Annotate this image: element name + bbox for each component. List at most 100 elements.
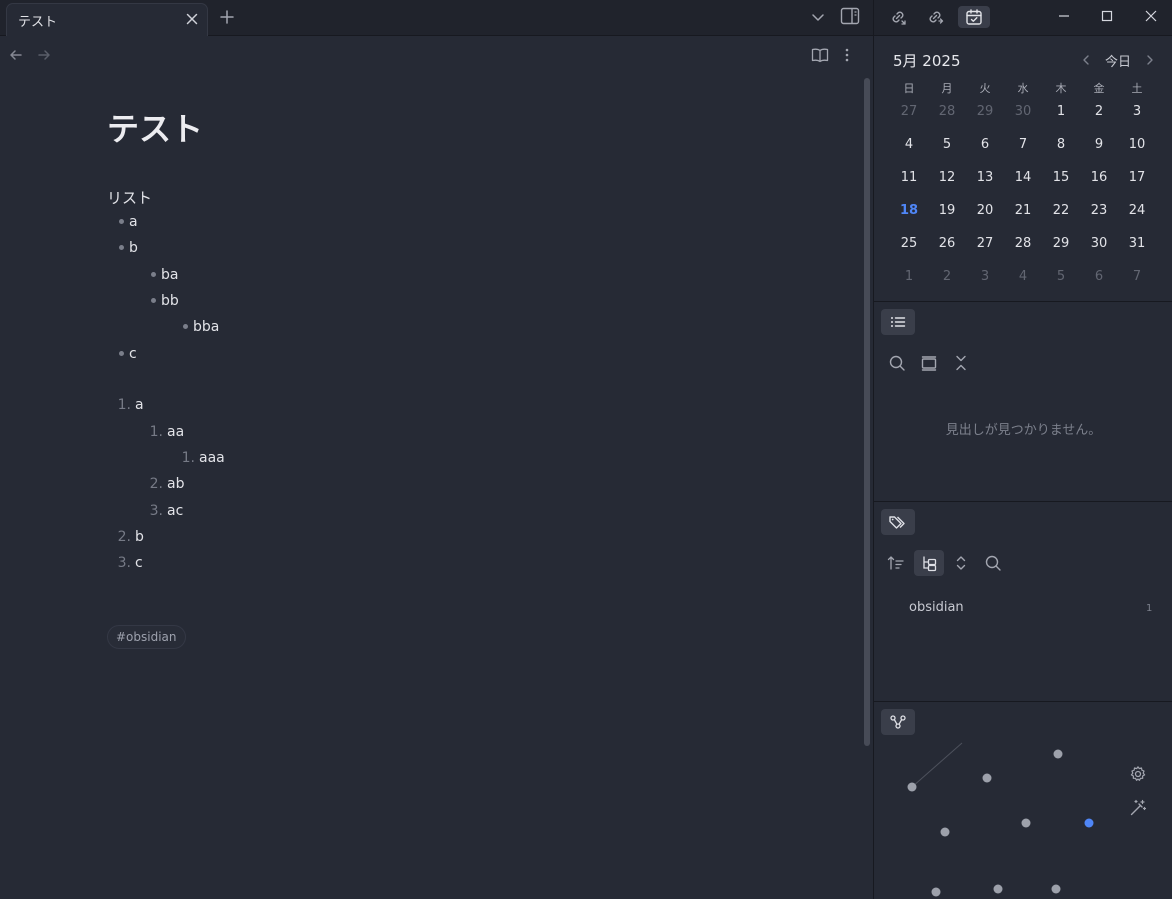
calendar-day[interactable]: 26 — [928, 236, 966, 252]
tab-test[interactable]: テスト — [6, 3, 208, 36]
calendar-day[interactable]: 20 — [966, 203, 1004, 219]
calendar-day[interactable]: 30 — [1004, 104, 1042, 120]
tree-icon[interactable] — [914, 550, 944, 576]
calendar-day[interactable]: 8 — [1042, 137, 1080, 153]
calendar-day[interactable]: 6 — [966, 137, 1004, 153]
list-item: ab — [167, 476, 185, 492]
calendar-day[interactable]: 5 — [1042, 269, 1080, 285]
graph-node[interactable] — [993, 884, 1003, 894]
graph-node[interactable] — [940, 827, 950, 837]
plus-icon[interactable] — [219, 9, 235, 25]
calendar-day[interactable]: 29 — [966, 104, 1004, 120]
calendar-day[interactable]: 24 — [1118, 203, 1156, 219]
calendar-day[interactable]: 10 — [1118, 137, 1156, 153]
calendar-day[interactable]: 1 — [1042, 104, 1080, 120]
list-number: 1. — [149, 424, 163, 440]
calendar-day[interactable]: 19 — [928, 203, 966, 219]
arrow-left-icon[interactable] — [8, 47, 24, 63]
calendar-weekday: 金 — [1093, 82, 1105, 95]
graph-edge — [911, 742, 963, 788]
graph-node[interactable] — [1053, 749, 1063, 759]
gear-icon[interactable] — [1129, 765, 1147, 783]
tag-item-name[interactable]: obsidian — [909, 600, 964, 615]
list-icon[interactable] — [881, 309, 915, 335]
calendar-day[interactable]: 17 — [1118, 170, 1156, 186]
calendar-day[interactable]: 3 — [1118, 104, 1156, 120]
calendar-day[interactable]: 21 — [1004, 203, 1042, 219]
graph-node-active[interactable] — [1084, 818, 1094, 828]
calendar-day[interactable]: 15 — [1042, 170, 1080, 186]
link-outgoing-icon[interactable] — [923, 6, 947, 28]
tags-icon[interactable] — [881, 509, 915, 535]
window-icon[interactable] — [915, 350, 943, 376]
sort-icon[interactable] — [882, 550, 910, 576]
calendar-weekday: 火 — [979, 82, 991, 95]
calendar-today-button[interactable]: 今日 — [1105, 51, 1131, 70]
calendar-day[interactable]: 28 — [1004, 236, 1042, 252]
list-item: a — [135, 397, 144, 413]
chevron-right-icon[interactable] — [1144, 54, 1156, 66]
pane-divider — [874, 501, 1172, 502]
collapse-icon[interactable] — [947, 350, 975, 376]
graph-node[interactable] — [982, 773, 992, 783]
calendar-day[interactable]: 6 — [1080, 269, 1118, 285]
calendar-day[interactable]: 25 — [890, 236, 928, 252]
calendar-day[interactable]: 2 — [1080, 104, 1118, 120]
calendar-day[interactable]: 29 — [1042, 236, 1080, 252]
graph-node[interactable] — [1051, 884, 1061, 894]
calendar-day[interactable]: 7 — [1118, 269, 1156, 285]
close-icon[interactable] — [1143, 8, 1159, 24]
editor-scrollbar[interactable] — [864, 78, 870, 746]
list-item: bb — [161, 293, 179, 309]
calendar-day[interactable]: 3 — [966, 269, 1004, 285]
calendar-day[interactable]: 23 — [1080, 203, 1118, 219]
calendar-day[interactable]: 27 — [890, 104, 928, 120]
list-number: 1. — [181, 450, 195, 466]
calendar-day[interactable]: 4 — [890, 137, 928, 153]
calendar-day[interactable]: 13 — [966, 170, 1004, 186]
bullet-marker — [151, 272, 156, 277]
chevron-down-icon[interactable] — [810, 9, 826, 25]
calendar-day[interactable]: 2 — [928, 269, 966, 285]
calendar-day[interactable]: 5 — [928, 137, 966, 153]
graph-node[interactable] — [931, 887, 941, 897]
calendar-day[interactable]: 11 — [890, 170, 928, 186]
calendar-day[interactable]: 27 — [966, 236, 1004, 252]
tag-item-count: 1 — [1146, 603, 1153, 614]
book-open-icon[interactable] — [811, 47, 829, 63]
graph-node[interactable] — [1021, 818, 1031, 828]
minimize-icon[interactable] — [1056, 8, 1072, 24]
list-item: c — [135, 555, 143, 571]
calendar-day[interactable]: 7 — [1004, 137, 1042, 153]
graph-node[interactable] — [907, 782, 917, 792]
more-vertical-icon[interactable] — [839, 47, 855, 63]
link-incoming-icon[interactable] — [886, 6, 910, 28]
calendar-day[interactable]: 12 — [928, 170, 966, 186]
graph-icon[interactable] — [881, 709, 915, 735]
sidebar-right-icon[interactable] — [840, 7, 860, 25]
calendar-day[interactable]: 30 — [1080, 236, 1118, 252]
tab-title: テスト — [18, 15, 58, 30]
calendar-day-today[interactable]: 18 — [890, 203, 928, 219]
arrow-right-icon[interactable] — [36, 47, 52, 63]
search-icon[interactable] — [883, 350, 911, 376]
calendar-day[interactable]: 16 — [1080, 170, 1118, 186]
calendar-day[interactable]: 22 — [1042, 203, 1080, 219]
calendar-day[interactable]: 28 — [928, 104, 966, 120]
calendar-day[interactable]: 4 — [1004, 269, 1042, 285]
calendar-day[interactable]: 9 — [1080, 137, 1118, 153]
calendar-day[interactable]: 31 — [1118, 236, 1156, 252]
graph-view[interactable] — [874, 736, 1172, 899]
calendar-check-icon[interactable] — [958, 6, 990, 28]
search-icon[interactable] — [979, 550, 1007, 576]
chevron-left-icon[interactable] — [1080, 54, 1092, 66]
calendar-day[interactable]: 14 — [1004, 170, 1042, 186]
bullet-marker — [183, 324, 188, 329]
chevrons-up-down-icon[interactable] — [947, 550, 975, 576]
wand-icon[interactable] — [1129, 799, 1147, 817]
calendar-day[interactable]: 1 — [890, 269, 928, 285]
close-icon[interactable] — [185, 12, 199, 26]
tag-pill[interactable]: #obsidian — [107, 625, 186, 649]
bullet-marker — [119, 245, 124, 250]
maximize-icon[interactable] — [1099, 8, 1115, 24]
